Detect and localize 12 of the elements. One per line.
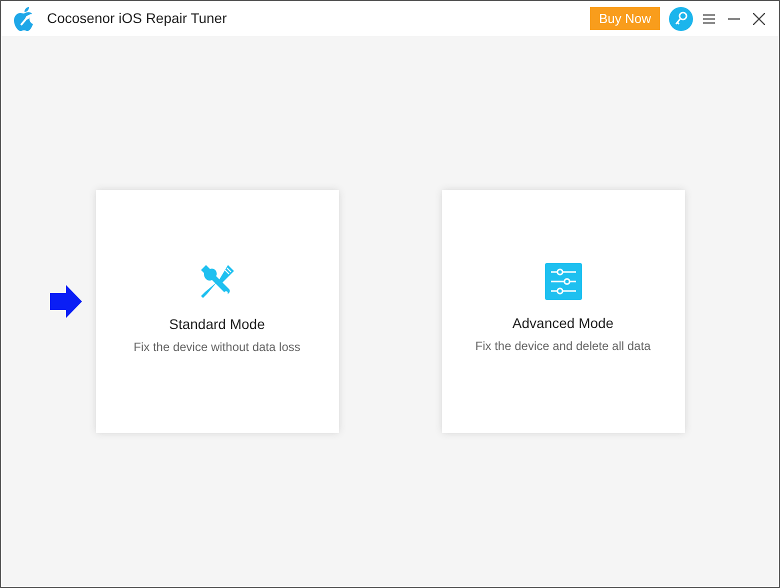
close-icon[interactable] <box>753 12 765 24</box>
mode-description: Fix the device and delete all data <box>475 338 651 355</box>
mode-card[interactable]: Standard Mode Fix the device without data loss <box>96 190 338 433</box>
pointer-arrow-icon <box>50 285 82 318</box>
menu-icon[interactable] <box>703 14 715 24</box>
window-title: Cocosenor iOS Repair Tuner <box>47 9 227 28</box>
mode-title: Advanced Mode <box>512 314 614 333</box>
sliders-icon <box>544 263 582 300</box>
mode-card[interactable]: Advanced Mode Fix the device and delete all data <box>442 190 684 433</box>
mode-title: Standard Mode <box>169 315 265 334</box>
mode-description: Fix the device without data loss <box>134 339 300 356</box>
minimize-icon[interactable] <box>728 18 740 20</box>
